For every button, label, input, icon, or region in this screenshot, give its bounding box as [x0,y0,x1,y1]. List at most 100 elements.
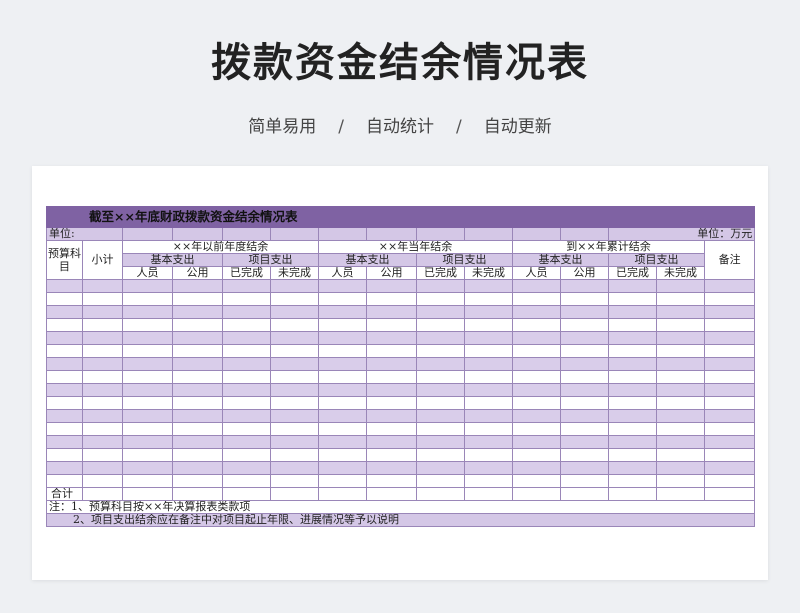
table-cell[interactable] [512,279,561,293]
table-cell[interactable] [608,461,657,475]
table-cell[interactable] [366,344,417,358]
table-cell[interactable] [270,383,319,397]
table-cell[interactable] [608,474,657,488]
table-cell[interactable] [318,474,367,488]
table-cell[interactable] [560,487,609,501]
table-cell[interactable] [82,318,123,332]
table-cell[interactable] [464,422,513,436]
table-cell[interactable] [46,370,83,384]
table-cell[interactable] [703,409,756,423]
table-cell[interactable] [656,435,705,449]
table-cell[interactable] [416,474,465,488]
table-cell[interactable] [222,279,271,293]
table-cell[interactable] [608,422,657,436]
table-cell[interactable] [122,461,173,475]
table-cell[interactable] [656,370,705,384]
table-cell[interactable] [560,344,609,358]
table-cell[interactable] [46,331,83,345]
table-cell[interactable] [703,461,756,475]
table-cell[interactable] [172,331,223,345]
table-cell[interactable] [608,409,657,423]
table-cell[interactable] [416,292,465,306]
table-cell[interactable] [512,409,561,423]
table-cell[interactable] [608,331,657,345]
table-cell[interactable] [270,474,319,488]
table-cell[interactable] [172,357,223,371]
table-cell[interactable] [464,474,513,488]
table-cell[interactable] [318,370,367,384]
table-cell[interactable] [46,396,83,410]
table-cell[interactable] [464,279,513,293]
table-cell[interactable] [318,461,367,475]
table-cell[interactable] [464,357,513,371]
table-cell[interactable] [270,422,319,436]
table-cell[interactable] [703,318,756,332]
table-cell[interactable] [608,357,657,371]
table-cell[interactable] [366,474,417,488]
table-cell[interactable] [656,461,705,475]
table-cell[interactable] [656,357,705,371]
table-cell[interactable] [560,422,609,436]
table-cell[interactable] [222,331,271,345]
table-cell[interactable] [560,435,609,449]
table-cell[interactable] [122,435,173,449]
table-cell[interactable] [703,422,756,436]
table-cell[interactable] [656,396,705,410]
table-cell[interactable] [703,370,756,384]
table-cell[interactable] [366,318,417,332]
table-cell[interactable] [82,344,123,358]
table-cell[interactable] [318,409,367,423]
table-cell[interactable] [222,305,271,319]
table-cell[interactable] [318,318,367,332]
table-cell[interactable] [366,331,417,345]
table-cell[interactable] [366,292,417,306]
table-cell[interactable] [82,487,123,501]
table-cell[interactable] [222,474,271,488]
table-cell[interactable] [46,435,83,449]
table-cell[interactable] [512,435,561,449]
table-cell[interactable] [318,331,367,345]
table-cell[interactable] [172,487,223,501]
table-cell[interactable] [560,396,609,410]
table-cell[interactable] [172,474,223,488]
table-cell[interactable] [464,292,513,306]
table-cell[interactable] [172,422,223,436]
table-cell[interactable] [82,383,123,397]
table-cell[interactable] [222,487,271,501]
table-cell[interactable] [270,461,319,475]
table-cell[interactable] [222,292,271,306]
table-cell[interactable] [416,383,465,397]
table-cell[interactable] [82,279,123,293]
table-cell[interactable] [608,344,657,358]
table-cell[interactable] [270,305,319,319]
table-cell[interactable] [46,474,83,488]
table-cell[interactable] [82,474,123,488]
table-cell[interactable] [512,305,561,319]
table-cell[interactable] [464,331,513,345]
table-cell[interactable] [318,422,367,436]
table-cell[interactable] [656,448,705,462]
table-cell[interactable] [512,370,561,384]
table-cell[interactable] [512,487,561,501]
table-cell[interactable] [46,344,83,358]
table-cell[interactable] [512,357,561,371]
table-cell[interactable] [416,357,465,371]
table-cell[interactable] [122,331,173,345]
table-cell[interactable] [560,331,609,345]
table-cell[interactable] [222,318,271,332]
table-cell[interactable] [608,448,657,462]
table-cell[interactable] [656,422,705,436]
table-cell[interactable] [122,422,173,436]
table-cell[interactable] [122,318,173,332]
table-cell[interactable] [82,396,123,410]
table-cell[interactable] [464,448,513,462]
table-cell[interactable] [560,318,609,332]
table-cell[interactable] [82,422,123,436]
table-cell[interactable] [366,448,417,462]
table-cell[interactable] [46,292,83,306]
table-cell[interactable] [416,396,465,410]
table-cell[interactable] [703,435,756,449]
table-cell[interactable] [703,474,756,488]
table-cell[interactable] [608,305,657,319]
table-cell[interactable] [512,344,561,358]
